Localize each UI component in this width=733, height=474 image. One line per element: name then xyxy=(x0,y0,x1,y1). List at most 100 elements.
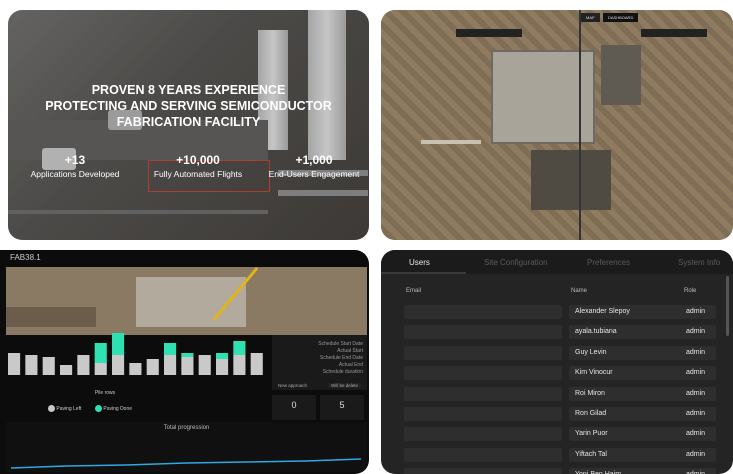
legend-label: Paving Left xyxy=(56,405,82,412)
role-cell: admin xyxy=(680,427,716,442)
email-cell xyxy=(404,427,562,442)
role-cell: admin xyxy=(680,305,716,319)
bar-paving-done xyxy=(112,333,125,355)
tab-dashboard[interactable]: DASHBOARD xyxy=(603,13,639,22)
tab-preferences[interactable]: Preferences xyxy=(587,258,630,267)
bar-paving-done xyxy=(233,341,246,355)
compare-divider[interactable] xyxy=(579,10,581,240)
stat-label: End-Users Engagement xyxy=(268,169,360,179)
info-line: Actual Start xyxy=(337,348,363,354)
legend-item-paving-done: Paving Done xyxy=(95,405,132,412)
email-cell xyxy=(404,366,562,381)
user-admin-panel: Users Site Configuration Preferences Sys… xyxy=(381,250,733,474)
chart-legend-title: Pile rows xyxy=(94,390,116,396)
role-cell: admin xyxy=(680,386,716,401)
name-cell: Kim Vinocur xyxy=(569,366,684,381)
bar-paving-left xyxy=(181,357,194,375)
progression-line-chart xyxy=(10,458,362,469)
bar-paving-left xyxy=(60,365,73,375)
bar-paving-left xyxy=(129,363,142,375)
bar-paving-done xyxy=(181,353,194,357)
role-cell: admin xyxy=(680,325,716,340)
stat-label: Fully Automated Flights xyxy=(153,169,243,179)
road-segment xyxy=(421,140,481,144)
counter-box: 0 xyxy=(272,395,316,420)
column-name: Name xyxy=(571,288,588,294)
stat-value: +10,000 xyxy=(176,153,220,167)
stat-value: +1,000 xyxy=(295,153,333,167)
legend-dot xyxy=(48,405,55,412)
email-cell xyxy=(404,305,562,319)
legend-item-paving-left: Paving Left xyxy=(48,405,81,412)
info-line: Schedule End Date xyxy=(319,355,363,361)
date-selector-left[interactable] xyxy=(456,29,522,37)
name-cell: Guy Levin xyxy=(569,345,684,360)
bar-paving-left xyxy=(77,355,90,375)
legend-label: Paving Done xyxy=(103,405,133,412)
email-cell xyxy=(404,345,562,360)
role-cell: admin xyxy=(680,468,716,474)
email-cell xyxy=(404,447,562,462)
name-cell: Yiftach Tal xyxy=(569,447,684,462)
progression-section: Total progression xyxy=(6,422,367,472)
legend-dot xyxy=(95,405,102,412)
schedule-info: Schedule Start Date Actual Start Schedul… xyxy=(318,341,363,376)
delete-note: Will be delete xyxy=(327,383,361,388)
stat-applications: +13 Applications Developed xyxy=(20,153,130,179)
headline-line: PROTECTING AND SERVING SEMICONDUCTOR xyxy=(45,99,332,113)
role-cell: admin xyxy=(680,345,716,360)
bar-paving-left xyxy=(233,355,246,375)
active-tab-indicator xyxy=(381,272,466,274)
tab-site-configuration[interactable]: Site Configuration xyxy=(484,258,548,267)
bar-paving-left xyxy=(198,355,211,375)
tab-users[interactable]: Users xyxy=(409,258,430,267)
settings-tabs: Users Site Configuration Preferences Sys… xyxy=(381,250,733,274)
bar-paving-left xyxy=(112,355,125,375)
name-cell: Roi Miron xyxy=(569,386,684,401)
name-cell: Yoni Ben Haim xyxy=(569,468,684,474)
bar-paving-left xyxy=(250,353,263,375)
building-structure xyxy=(601,45,641,105)
info-line: Schedule duration xyxy=(322,369,363,375)
info-line: Schedule Start Date xyxy=(318,341,363,347)
bar-paving-left xyxy=(146,359,159,375)
name-cell: Ron Gilad xyxy=(569,407,684,421)
pile-dashboard-panel: FAB38.1 Pile rows Paving Left Paving Don… xyxy=(0,250,369,474)
counter-box: 5 xyxy=(320,395,364,420)
name-cell: Alexander Slepoy xyxy=(569,305,684,319)
site-aerial-photo xyxy=(6,267,367,335)
role-cell: admin xyxy=(680,366,716,381)
bar-paving-left xyxy=(25,355,38,375)
scrollbar[interactable] xyxy=(726,276,729,336)
headline-line: PROVEN 8 YEARS EXPERIENCE xyxy=(91,83,286,97)
bar-paving-left xyxy=(164,355,177,375)
new-approach-button[interactable]: New approach xyxy=(278,383,307,388)
bar-paving-done xyxy=(216,353,229,359)
bar-paving-done xyxy=(94,343,107,363)
role-cell: admin xyxy=(680,447,716,462)
stat-end-users: +1,000 End-Users Engagement xyxy=(260,153,368,179)
column-email: Email xyxy=(406,288,422,294)
progression-line xyxy=(10,458,362,469)
excavation xyxy=(6,307,96,327)
date-selector-right[interactable] xyxy=(641,29,707,37)
tab-system-info[interactable]: System Info xyxy=(678,258,720,267)
site-title: FAB38.1 xyxy=(10,253,41,262)
tab-map[interactable]: MAP xyxy=(581,13,600,22)
name-cell: ayala.tubiana xyxy=(569,325,684,340)
stat-flights: +10,000 Fully Automated Flights xyxy=(143,153,253,179)
bar-paving-left xyxy=(216,359,229,375)
aerial-map-panel[interactable]: MAP DASHBOARD xyxy=(381,10,733,240)
email-cell xyxy=(404,468,562,474)
email-cell xyxy=(404,325,562,340)
name-cell: Yarin Puor xyxy=(569,427,684,442)
email-cell xyxy=(404,386,562,401)
bar-paving-left xyxy=(8,353,21,375)
experience-hero-panel: PROVEN 8 YEARS EXPERIENCE PROTECTING AND… xyxy=(8,10,369,240)
bar-paving-left xyxy=(42,357,55,375)
bar-paving-done xyxy=(164,343,177,355)
stat-value: +13 xyxy=(64,153,86,167)
column-role: Role xyxy=(684,288,697,294)
stat-label: Applications Developed xyxy=(30,169,120,179)
role-cell: admin xyxy=(680,407,716,421)
